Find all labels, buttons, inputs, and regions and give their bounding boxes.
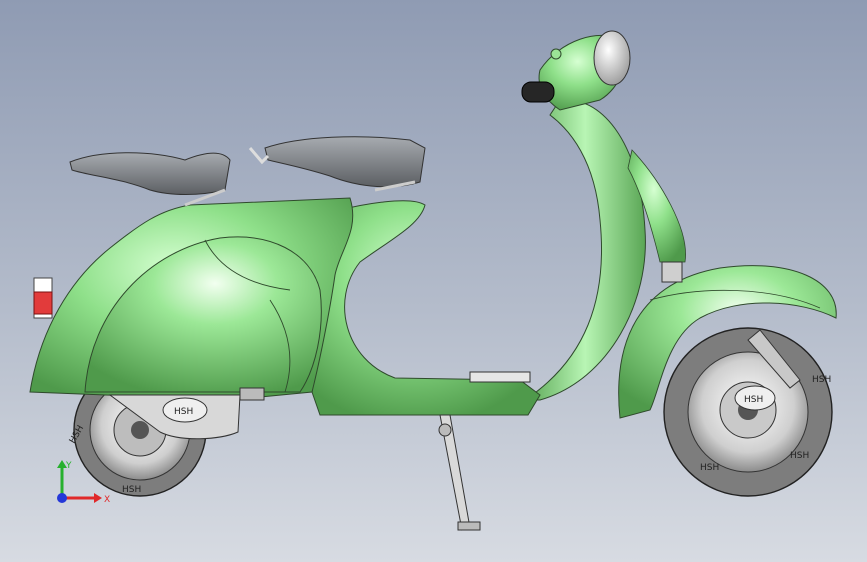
x-axis-label: X — [104, 495, 110, 505]
exhaust — [239, 387, 265, 401]
handlebar-grip — [521, 81, 555, 103]
tire-brand-text: HSH — [812, 375, 831, 385]
hub-badge-text: HSH — [744, 395, 763, 405]
rear-seat — [69, 152, 231, 195]
headlamp — [593, 30, 631, 86]
steering-tube — [661, 261, 683, 283]
scooter-model[interactable]: HSH HSH HSH HSH HSH HSH HSH — [0, 0, 867, 562]
coordinate-triad: Y X — [57, 460, 110, 505]
y-axis-label: Y — [65, 461, 72, 471]
front-wheel: HSH HSH HSH — [663, 327, 833, 497]
tail-light-lens — [33, 291, 53, 315]
front-seat — [264, 136, 426, 188]
tire-brand-text: HSH — [790, 451, 809, 461]
z-axis-dot — [57, 493, 67, 503]
hub-badge-text: HSH — [174, 407, 193, 417]
tire-brand-text: HSH — [700, 463, 719, 473]
model-viewport[interactable]: HSH HSH HSH HSH HSH HSH HSH Y X — [0, 0, 867, 562]
tire-brand-text: HSH — [122, 485, 141, 495]
floor-bracket — [469, 371, 531, 383]
